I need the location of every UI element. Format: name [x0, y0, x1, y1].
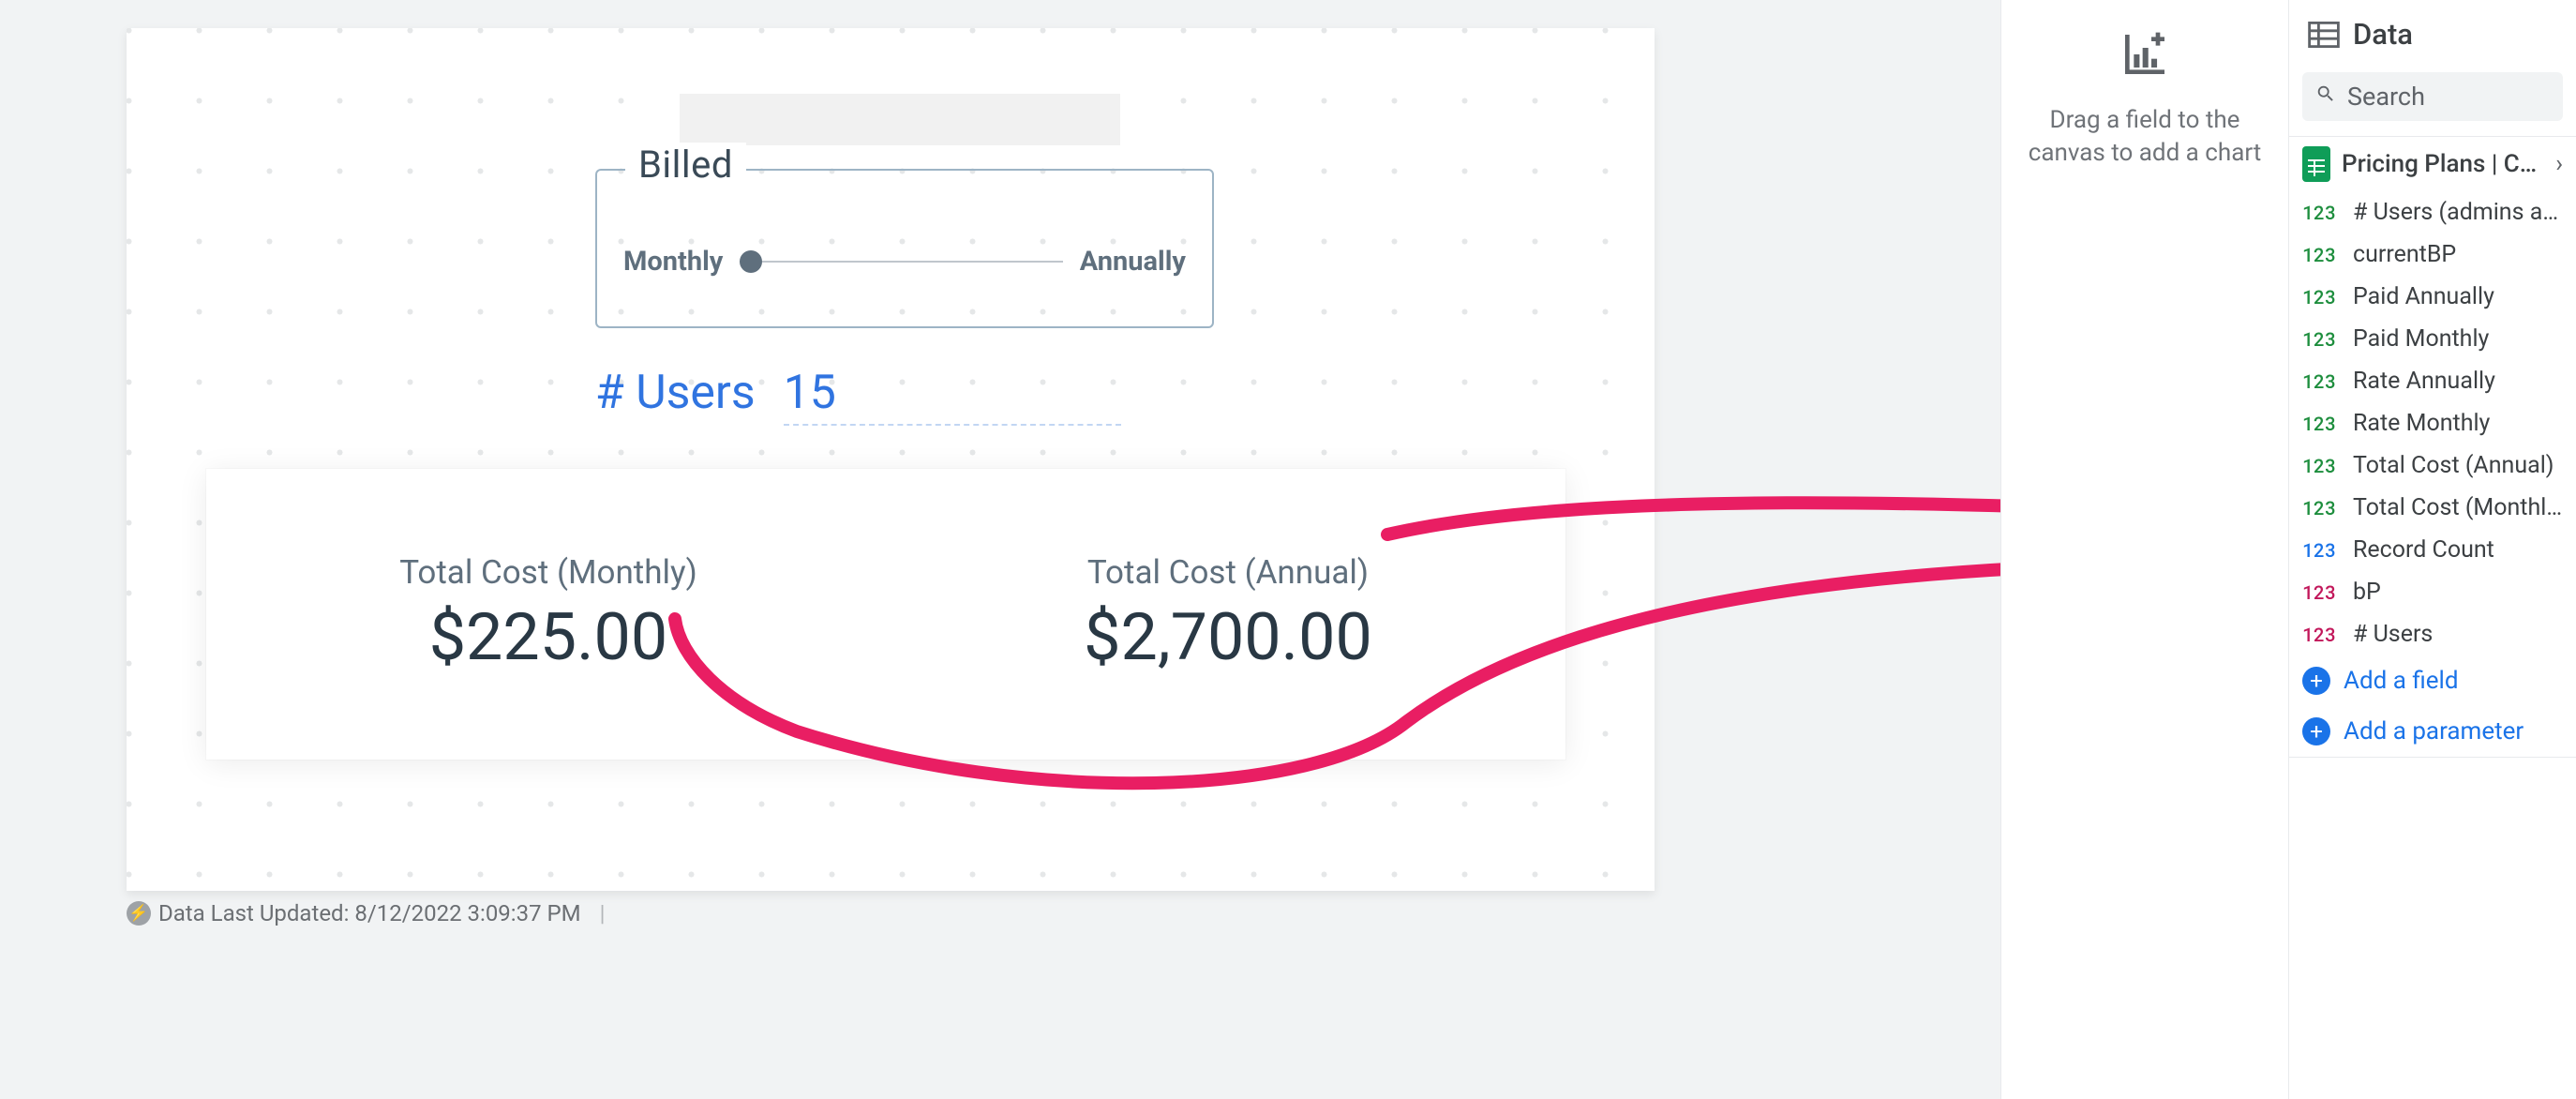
field-row[interactable]: 123 Paid Monthly [2289, 318, 2576, 360]
field-name: # Users [2353, 621, 2433, 648]
field-name: bP [2353, 579, 2381, 606]
metric-monthly-title: Total Cost (Monthly) [399, 553, 697, 592]
data-panel-header: Data [2289, 0, 2576, 65]
fields-list: 123 # Users (admins and … 123 currentBP 123 P… [2289, 191, 2576, 655]
billed-slider[interactable] [740, 259, 1062, 264]
plus-icon: + [2302, 667, 2330, 695]
add-parameter-button[interactable]: + Add a parameter [2289, 706, 2576, 757]
field-type-badge: 123 [2302, 580, 2340, 605]
field-type-badge: 123 [2302, 623, 2340, 647]
metric-monthly-value: $225.00 [399, 599, 697, 676]
field-name: Total Cost (Annual) [2353, 452, 2554, 479]
metric-monthly: Total Cost (Monthly) $225.00 [399, 553, 697, 676]
users-value-input[interactable]: 15 [784, 366, 1121, 426]
slider-track [740, 261, 1062, 263]
field-row[interactable]: 123 Record Count [2289, 529, 2576, 571]
scorecard-container[interactable]: Total Cost (Monthly) $225.00 Total Cost … [206, 469, 1565, 760]
field-name: Rate Monthly [2353, 410, 2490, 437]
field-row[interactable]: 123 Rate Annually [2289, 360, 2576, 402]
field-name: Paid Annually [2353, 283, 2494, 310]
metric-annual-title: Total Cost (Annual) [1084, 553, 1372, 592]
footer-text: Data Last Updated: 8/12/2022 3:09:37 PM [158, 900, 581, 926]
add-parameter-label: Add a parameter [2344, 717, 2524, 745]
users-label: # Users [595, 366, 756, 420]
field-name: # Users (admins and … [2353, 199, 2563, 226]
field-name: currentBP [2353, 241, 2456, 268]
field-name: Paid Monthly [2353, 325, 2489, 353]
field-type-badge: 123 [2302, 327, 2340, 352]
metric-annual: Total Cost (Annual) $2,700.00 [1084, 553, 1372, 676]
field-row[interactable]: 123 Total Cost (Monthly) [2289, 487, 2576, 529]
chart-dropzone-panel: Drag a field to the canvas to add a char… [2000, 0, 2288, 1099]
slider-thumb[interactable] [740, 250, 762, 273]
field-type-badge: 123 [2302, 412, 2340, 436]
metric-annual-value: $2,700.00 [1084, 599, 1372, 676]
field-row[interactable]: 123 # Users (admins and … [2289, 191, 2576, 233]
billed-control[interactable]: Billed Monthly Annually [595, 169, 1214, 328]
dropzone-hint-line2: canvas to add a chart [2029, 137, 2262, 170]
add-field-label: Add a field [2344, 667, 2459, 695]
field-name: Record Count [2353, 536, 2494, 564]
chevron-right-icon: › [2555, 150, 2563, 178]
field-type-badge: 123 [2302, 369, 2340, 394]
data-freshness-footer: ⚡ Data Last Updated: 8/12/2022 3:09:37 P… [127, 900, 606, 926]
billed-legend: Billed [625, 143, 746, 187]
users-control[interactable]: # Users 15 [595, 366, 1121, 426]
placeholder-box [680, 94, 1120, 145]
field-name: Rate Annually [2353, 368, 2495, 395]
field-row[interactable]: 123 Rate Monthly [2289, 402, 2576, 444]
sheets-icon [2302, 146, 2330, 182]
billed-option-annually: Annually [1080, 246, 1186, 278]
search-icon [2315, 83, 2336, 110]
data-search[interactable]: Search [2302, 72, 2563, 121]
field-type-badge: 123 [2302, 201, 2340, 225]
bolt-icon: ⚡ [127, 901, 151, 926]
footer-separator: | [600, 900, 606, 926]
data-panel-icon [2308, 22, 2340, 48]
field-row[interactable]: 123 Total Cost (Annual) [2289, 444, 2576, 487]
field-row[interactable]: 123 currentBP [2289, 233, 2576, 276]
field-type-badge: 123 [2302, 538, 2340, 563]
canvas-grid [127, 28, 1655, 891]
data-panel: Data Search Pricing Plans | Co… › 123 # U… [2288, 0, 2576, 1099]
data-source-name: Pricing Plans | Co… [2342, 150, 2544, 178]
add-field-button[interactable]: + Add a field [2289, 655, 2576, 706]
data-source-row[interactable]: Pricing Plans | Co… › [2289, 136, 2576, 191]
field-row[interactable]: 123 # Users [2289, 613, 2576, 655]
field-type-badge: 123 [2302, 454, 2340, 478]
field-row[interactable]: 123 bP [2289, 571, 2576, 613]
field-type-badge: 123 [2302, 496, 2340, 520]
data-panel-title: Data [2353, 17, 2413, 52]
dropzone-hint-line1: Drag a field to the [2029, 104, 2262, 137]
field-name: Total Cost (Monthly) [2353, 494, 2563, 521]
field-type-badge: 123 [2302, 285, 2340, 309]
plus-icon: + [2302, 717, 2330, 745]
billed-option-monthly: Monthly [623, 246, 723, 278]
add-chart-icon [2119, 28, 2171, 81]
field-type-badge: 123 [2302, 243, 2340, 267]
report-canvas[interactable]: Billed Monthly Annually # Users 15 Total… [127, 28, 1655, 891]
data-search-placeholder: Search [2347, 82, 2425, 112]
field-row[interactable]: 123 Paid Annually [2289, 276, 2576, 318]
